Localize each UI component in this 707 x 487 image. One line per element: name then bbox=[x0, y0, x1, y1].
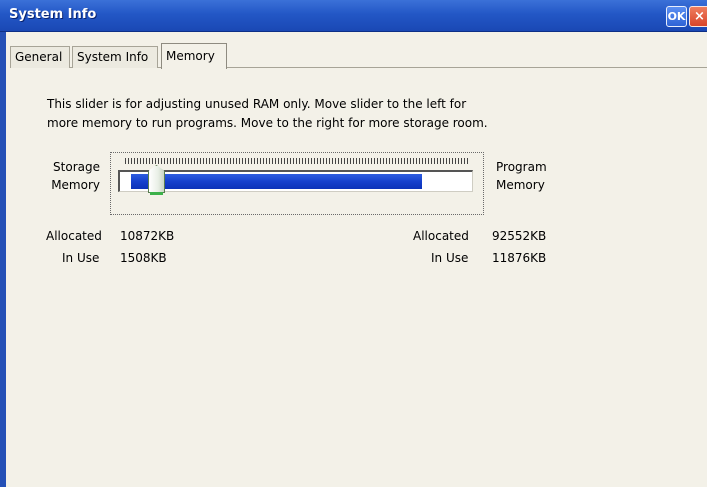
program-allocated-value: 92552KB bbox=[492, 229, 547, 243]
storage-inuse-label: In Use bbox=[62, 251, 100, 265]
program-memory-label: Program Memory bbox=[496, 158, 566, 194]
memory-slider-fill bbox=[131, 174, 422, 189]
storage-allocated-label: Allocated bbox=[46, 229, 102, 243]
storage-label-line-1: Storage bbox=[53, 160, 100, 174]
tab-system-info[interactable]: System Info bbox=[72, 46, 158, 68]
storage-allocated-value: 10872KB bbox=[120, 229, 175, 243]
program-allocated-label: Allocated bbox=[413, 229, 469, 243]
storage-label-line-2: Memory bbox=[51, 178, 100, 192]
storage-memory-label: Storage Memory bbox=[40, 158, 100, 194]
window-title: System Info bbox=[9, 7, 97, 22]
program-inuse-label: In Use bbox=[431, 251, 469, 265]
description-line-1: This slider is for adjusting unused RAM … bbox=[47, 97, 467, 111]
program-inuse-value: 11876KB bbox=[492, 251, 547, 265]
slider-ticks bbox=[125, 158, 468, 164]
ok-button[interactable]: OK bbox=[666, 6, 687, 27]
window-left-border bbox=[0, 32, 6, 487]
tab-general[interactable]: General bbox=[10, 46, 70, 68]
title-bar: System Info OK × bbox=[0, 0, 707, 32]
slider-description: This slider is for adjusting unused RAM … bbox=[47, 95, 607, 133]
tab-memory[interactable]: Memory bbox=[161, 43, 227, 69]
program-label-line-1: Program bbox=[496, 160, 547, 174]
close-button[interactable]: × bbox=[689, 6, 707, 27]
storage-inuse-value: 1508KB bbox=[120, 251, 167, 265]
program-label-line-2: Memory bbox=[496, 178, 545, 192]
description-line-2: more memory to run programs. Move to the… bbox=[47, 116, 488, 130]
slider-thumb-indicator bbox=[150, 192, 163, 195]
